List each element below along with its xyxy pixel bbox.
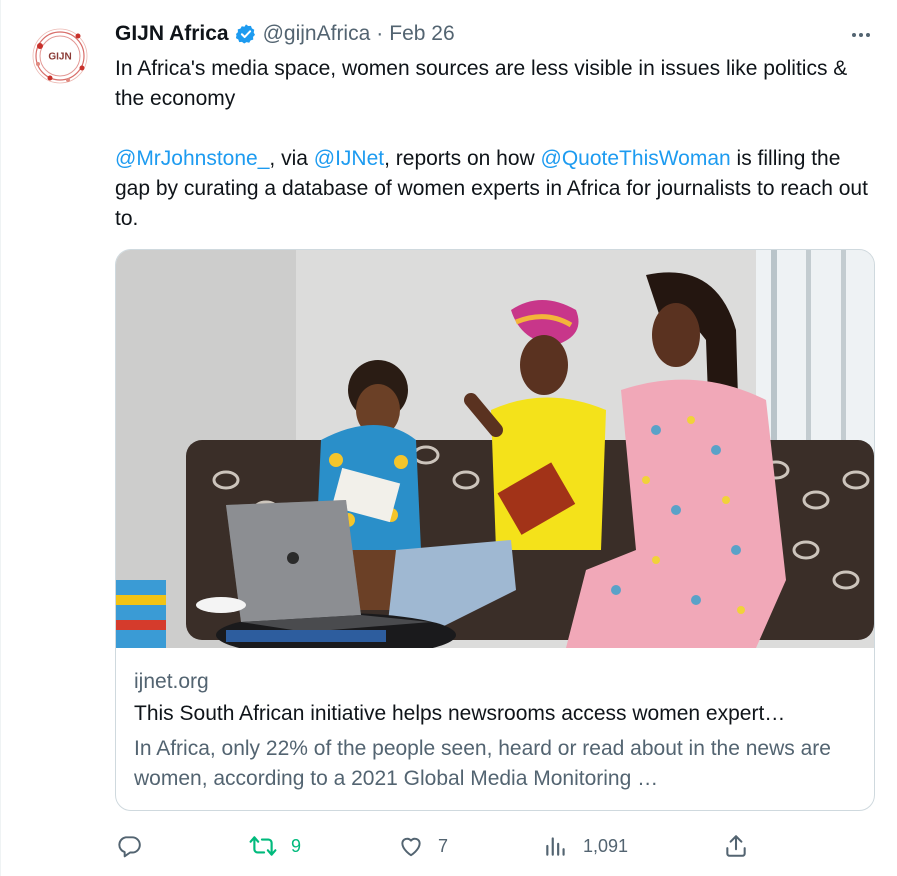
reply-button[interactable] [116,832,156,860]
tweet-date[interactable]: Feb 26 [389,22,454,46]
views-count: 1,091 [583,835,629,856]
timeline-divider [0,0,1,876]
share-button[interactable] [723,832,749,860]
separator-dot: · [376,22,384,45]
gijn-logo: GIJN [29,25,91,87]
mention-mrjohnstone[interactable]: @MrJohnstone_ [115,147,269,170]
card-title[interactable]: This South African initiative helps news… [134,702,864,726]
verified-badge-icon[interactable] [235,23,257,45]
views-button[interactable]: 1,091 [543,832,628,860]
tweet-text-paragraph2: @MrJohnstone_, via @IJNet, reports on ho… [115,144,875,234]
like-icon [401,837,421,857]
mention-quotethiswoman[interactable]: @QuoteThisWoman [541,147,731,170]
tweet-header: GIJN Africa @gijnAfrica · Feb 26 [115,21,455,47]
like-button[interactable]: 7 [398,832,448,860]
author-name[interactable]: GIJN Africa [115,22,229,46]
card-description: In Africa, only 22% of the people seen, … [134,737,831,790]
reply-icon [118,836,141,858]
tweet-text-line1: In Africa's media space, women sources a… [115,57,848,110]
avatar-text: GIJN [48,52,71,63]
retweet-button[interactable]: 9 [249,832,301,860]
more-icon[interactable] [846,24,876,46]
card-domain[interactable]: ijnet.org [134,670,209,694]
retweet-count: 9 [291,835,302,856]
tweet-text: In Africa's media space, women sources a… [115,54,875,234]
avatar[interactable]: GIJN [28,24,92,88]
link-preview-card[interactable]: ijnet.org This South African initiative … [115,249,875,811]
mention-ijnet[interactable]: @IJNet [314,147,384,170]
retweet-icon [249,836,277,856]
tweet-text-segment: , reports on how [384,147,541,170]
views-icon [546,837,565,856]
share-icon [726,835,746,857]
card-image[interactable] [116,250,874,648]
tweet-text-segment: , via [269,147,314,170]
like-count: 7 [438,835,449,856]
author-handle[interactable]: @gijnAfrica [263,22,371,46]
